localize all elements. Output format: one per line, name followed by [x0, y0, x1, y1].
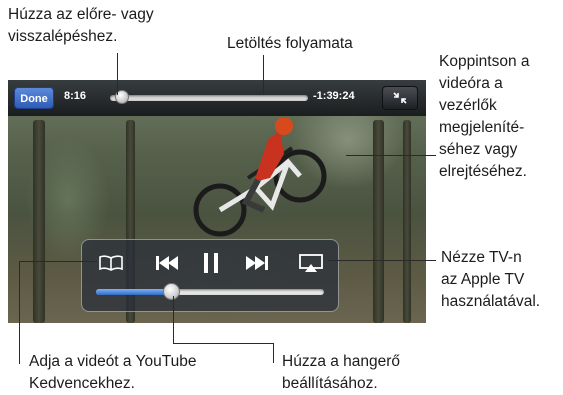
tap-video-callout-line-6: elrejtéséhez.: [439, 163, 527, 180]
top-control-bar: Done 8:16 -1:39:24: [8, 80, 426, 116]
collapse-icon: [393, 92, 407, 104]
volume-callout: Húzza a hangerő beállításához.: [282, 351, 400, 395]
tap-video-callout: Koppintson a videóra a vezérlők megjelen…: [439, 51, 530, 183]
tap-video-callout-line-5: séhez vagy: [439, 141, 518, 158]
tap-video-callout-line-3: vezérlők: [439, 97, 497, 114]
scale-button[interactable]: [382, 86, 418, 110]
airplay-button[interactable]: [296, 250, 326, 276]
time-elapsed: 8:16: [64, 90, 87, 102]
mountain-biker: [193, 118, 327, 237]
scrub-callout: Húzza az előre- vagy visszalépéshez.: [8, 4, 154, 48]
done-button[interactable]: Done: [14, 87, 54, 109]
scrub-callout-line-1: Húzza az előre- vagy: [8, 6, 154, 23]
tree-trunk: [403, 120, 411, 323]
book-icon: [99, 255, 123, 271]
pause-button[interactable]: [196, 250, 226, 276]
favorites-callout-line-2: Kedvencekhez.: [29, 375, 135, 392]
download-callout: Letöltés folyamata: [227, 35, 353, 52]
pause-icon: [204, 253, 218, 273]
next-track-icon: [246, 256, 268, 270]
tv-out-callout-line-2: az Apple TV: [441, 271, 525, 288]
tv-out-callout-line-3: használatával.: [441, 293, 541, 310]
volume-leader-vertical: [173, 296, 174, 343]
volume-callout-line-2: beállításához.: [282, 375, 378, 392]
volume-thumb[interactable]: [163, 283, 181, 300]
scrubber-bar[interactable]: [110, 95, 308, 101]
favorites-leader-vertical: [19, 261, 20, 364]
tap-video-callout-line-2: videóra a: [439, 75, 503, 92]
favorites-callout: Adja a videót a YouTube Kedvencekhez.: [29, 351, 196, 395]
favorites-leader-horizontal: [19, 261, 97, 262]
volume-leader-horizontal: [173, 343, 273, 344]
tap-video-callout-line-1: Koppintson a: [439, 53, 530, 70]
tap-video-leader-line: [346, 155, 436, 156]
volume-leader-down: [273, 343, 274, 363]
volume-slider[interactable]: [96, 289, 324, 295]
tree-trunk: [373, 120, 384, 323]
tv-out-callout-line-1: Nézze TV-n: [441, 249, 522, 266]
tap-video-callout-line-4: megjeleníté-: [439, 119, 525, 136]
previous-button[interactable]: [152, 250, 182, 276]
scrub-leader-line: [117, 53, 118, 95]
download-leader-line: [263, 55, 264, 95]
tv-out-leader-line: [328, 260, 436, 261]
tv-out-callout: Nézze TV-n az Apple TV használatával.: [441, 247, 540, 313]
video-player[interactable]: Done 8:16 -1:39:24: [8, 80, 426, 323]
bookmark-button[interactable]: [96, 250, 126, 276]
tree-trunk: [33, 120, 45, 323]
airplay-icon: [299, 254, 323, 272]
time-remaining: -1:39:24: [313, 90, 355, 102]
next-button[interactable]: [242, 250, 272, 276]
scrub-callout-line-2: visszalépéshez.: [8, 28, 118, 45]
playback-controls: [81, 239, 339, 312]
favorites-callout-line-1: Adja a videót a YouTube: [29, 353, 197, 370]
previous-track-icon: [156, 256, 178, 270]
volume-callout-line-1: Húzza a hangerő: [282, 353, 401, 370]
volume-fill: [96, 289, 172, 295]
